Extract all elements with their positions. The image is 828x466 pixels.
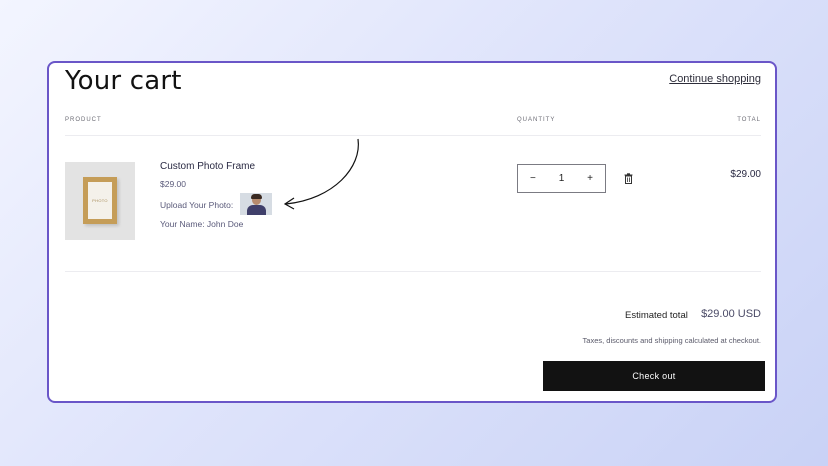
product-name[interactable]: Custom Photo Frame — [160, 161, 255, 172]
checkout-button[interactable]: Check out — [543, 361, 765, 391]
trash-icon[interactable] — [624, 173, 633, 184]
frame-image: PHOTO — [83, 177, 117, 224]
product-price: $29.00 — [160, 179, 186, 189]
estimated-total-value: $29.00 USD — [701, 308, 761, 320]
tax-note: Taxes, discounts and shipping calculated… — [582, 336, 761, 345]
photo-hair — [251, 194, 262, 199]
frame-text: PHOTO — [88, 182, 112, 219]
items-divider — [65, 271, 761, 272]
quantity-column-header: QUANTITY — [517, 117, 556, 123]
quantity-stepper[interactable]: − 1 + — [517, 164, 606, 193]
decrease-quantity-button[interactable]: − — [530, 173, 536, 184]
product-column-header: PRODUCT — [65, 117, 102, 123]
continue-shopping-link[interactable]: Continue shopping — [669, 73, 761, 85]
uploaded-photo-thumbnail — [240, 193, 272, 215]
estimated-total-label: Estimated total — [625, 310, 688, 321]
header-divider — [65, 135, 761, 136]
increase-quantity-button[interactable]: + — [587, 173, 593, 184]
total-column-header: TOTAL — [737, 117, 761, 123]
cart-panel: Your cart Continue shopping PRODUCT QUAN… — [47, 61, 777, 403]
your-name-label: Your Name: John Doe — [160, 219, 244, 229]
page-title: Your cart — [65, 66, 182, 96]
upload-photo-label: Upload Your Photo: — [160, 200, 234, 210]
quantity-value[interactable]: 1 — [559, 173, 565, 184]
line-item-total: $29.00 — [730, 169, 761, 180]
photo-shirt — [247, 205, 266, 215]
annotation-arrow-icon — [283, 138, 359, 210]
product-image[interactable]: PHOTO — [65, 162, 135, 240]
